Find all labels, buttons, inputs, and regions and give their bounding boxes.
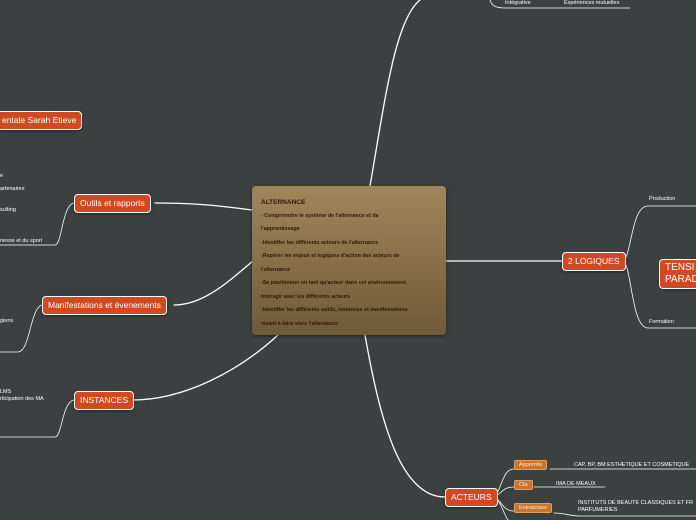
branch-outils-rapports[interactable]: Outils et rapports <box>74 194 151 213</box>
link-manif-sub <box>0 304 43 353</box>
link-outils <box>154 202 253 211</box>
central-line: -Se positionner en tant qu'acteur dans c… <box>261 280 408 286</box>
central-line: -Identifier les différents acteurs de l'… <box>261 239 379 246</box>
branch-2-logiques[interactable]: 2 LOGIQUES <box>562 252 626 271</box>
central-line: -Identifier les différents outils, insta… <box>261 307 408 313</box>
leaf-manif-1[interactable]: giens <box>0 318 13 325</box>
tag-entreprises[interactable]: Entreprises <box>514 503 552 513</box>
branch-manifestations[interactable]: Manifestations et évenements <box>42 296 167 315</box>
central-line: - Comprrendre le système de l'alternance… <box>261 212 379 219</box>
link-manif <box>173 254 261 306</box>
link-entreprises-value <box>553 512 696 517</box>
link-acteurs <box>364 334 446 498</box>
leaf-experiences[interactable]: Expériences mutuelles <box>564 0 619 7</box>
link-instances <box>131 334 279 401</box>
branch-sarah-etieve[interactable]: entale Sarah Etieve <box>0 111 83 130</box>
leaf-formation[interactable]: Formation <box>649 319 674 326</box>
leaf-instances-1[interactable]: LMS <box>0 389 11 396</box>
central-line: -Repérer les enjeux et logiques d'action… <box>261 253 400 259</box>
central-line: interagir avec les différents acteurs <box>261 293 351 300</box>
tension-line-1: TENSI <box>665 262 695 273</box>
leaf-entreprises-value-1[interactable]: INSTITUTS DE BEAUTE CLASSIQUES ET FR <box>578 500 693 507</box>
central-topic[interactable]: ALTERNANCE - Comprrendre le système de l… <box>252 186 446 335</box>
leaf-production[interactable]: Production <box>649 196 675 203</box>
tag-cfa[interactable]: Cfa <box>514 480 533 490</box>
link-instances-sub <box>0 399 75 438</box>
leaf-outils-3[interactable]: sulting <box>0 207 16 214</box>
leaf-outils-2[interactable]: artenaires <box>0 186 24 193</box>
tag-apprentis[interactable]: Apprentis <box>514 460 548 470</box>
central-line: visant à faire vivre l'alternance <box>261 320 338 327</box>
branch-acteurs[interactable]: ACTEURS <box>445 488 498 507</box>
leaf-instances-2[interactable]: rticipation des MA <box>0 396 44 403</box>
leaf-outils-4[interactable]: nesse et du sport <box>0 238 42 245</box>
leaf-entreprises-value-2[interactable]: PARFUMERIES <box>578 507 617 514</box>
link-top <box>369 0 421 187</box>
central-title: ALTERNANCE <box>261 199 306 206</box>
tension-line-2: PARAD <box>665 274 696 285</box>
branch-instances[interactable]: INSTANCES <box>74 391 135 410</box>
central-line: l'alternance <box>261 266 291 273</box>
leaf-integrative[interactable]: Intégrative <box>505 0 531 7</box>
central-line: l'apprentissage <box>261 226 300 232</box>
leaf-apprentis-value[interactable]: CAP, BP, BM ESTHETIQUE ET COSMETIQUE <box>574 462 689 469</box>
leaf-outils-1[interactable]: e <box>0 173 3 180</box>
leaf-cfa-value[interactable]: IMA DE MEAUX <box>556 481 596 488</box>
branch-tensions-paradoxes[interactable]: TENSI PARAD <box>659 259 696 289</box>
link-production <box>623 205 696 262</box>
